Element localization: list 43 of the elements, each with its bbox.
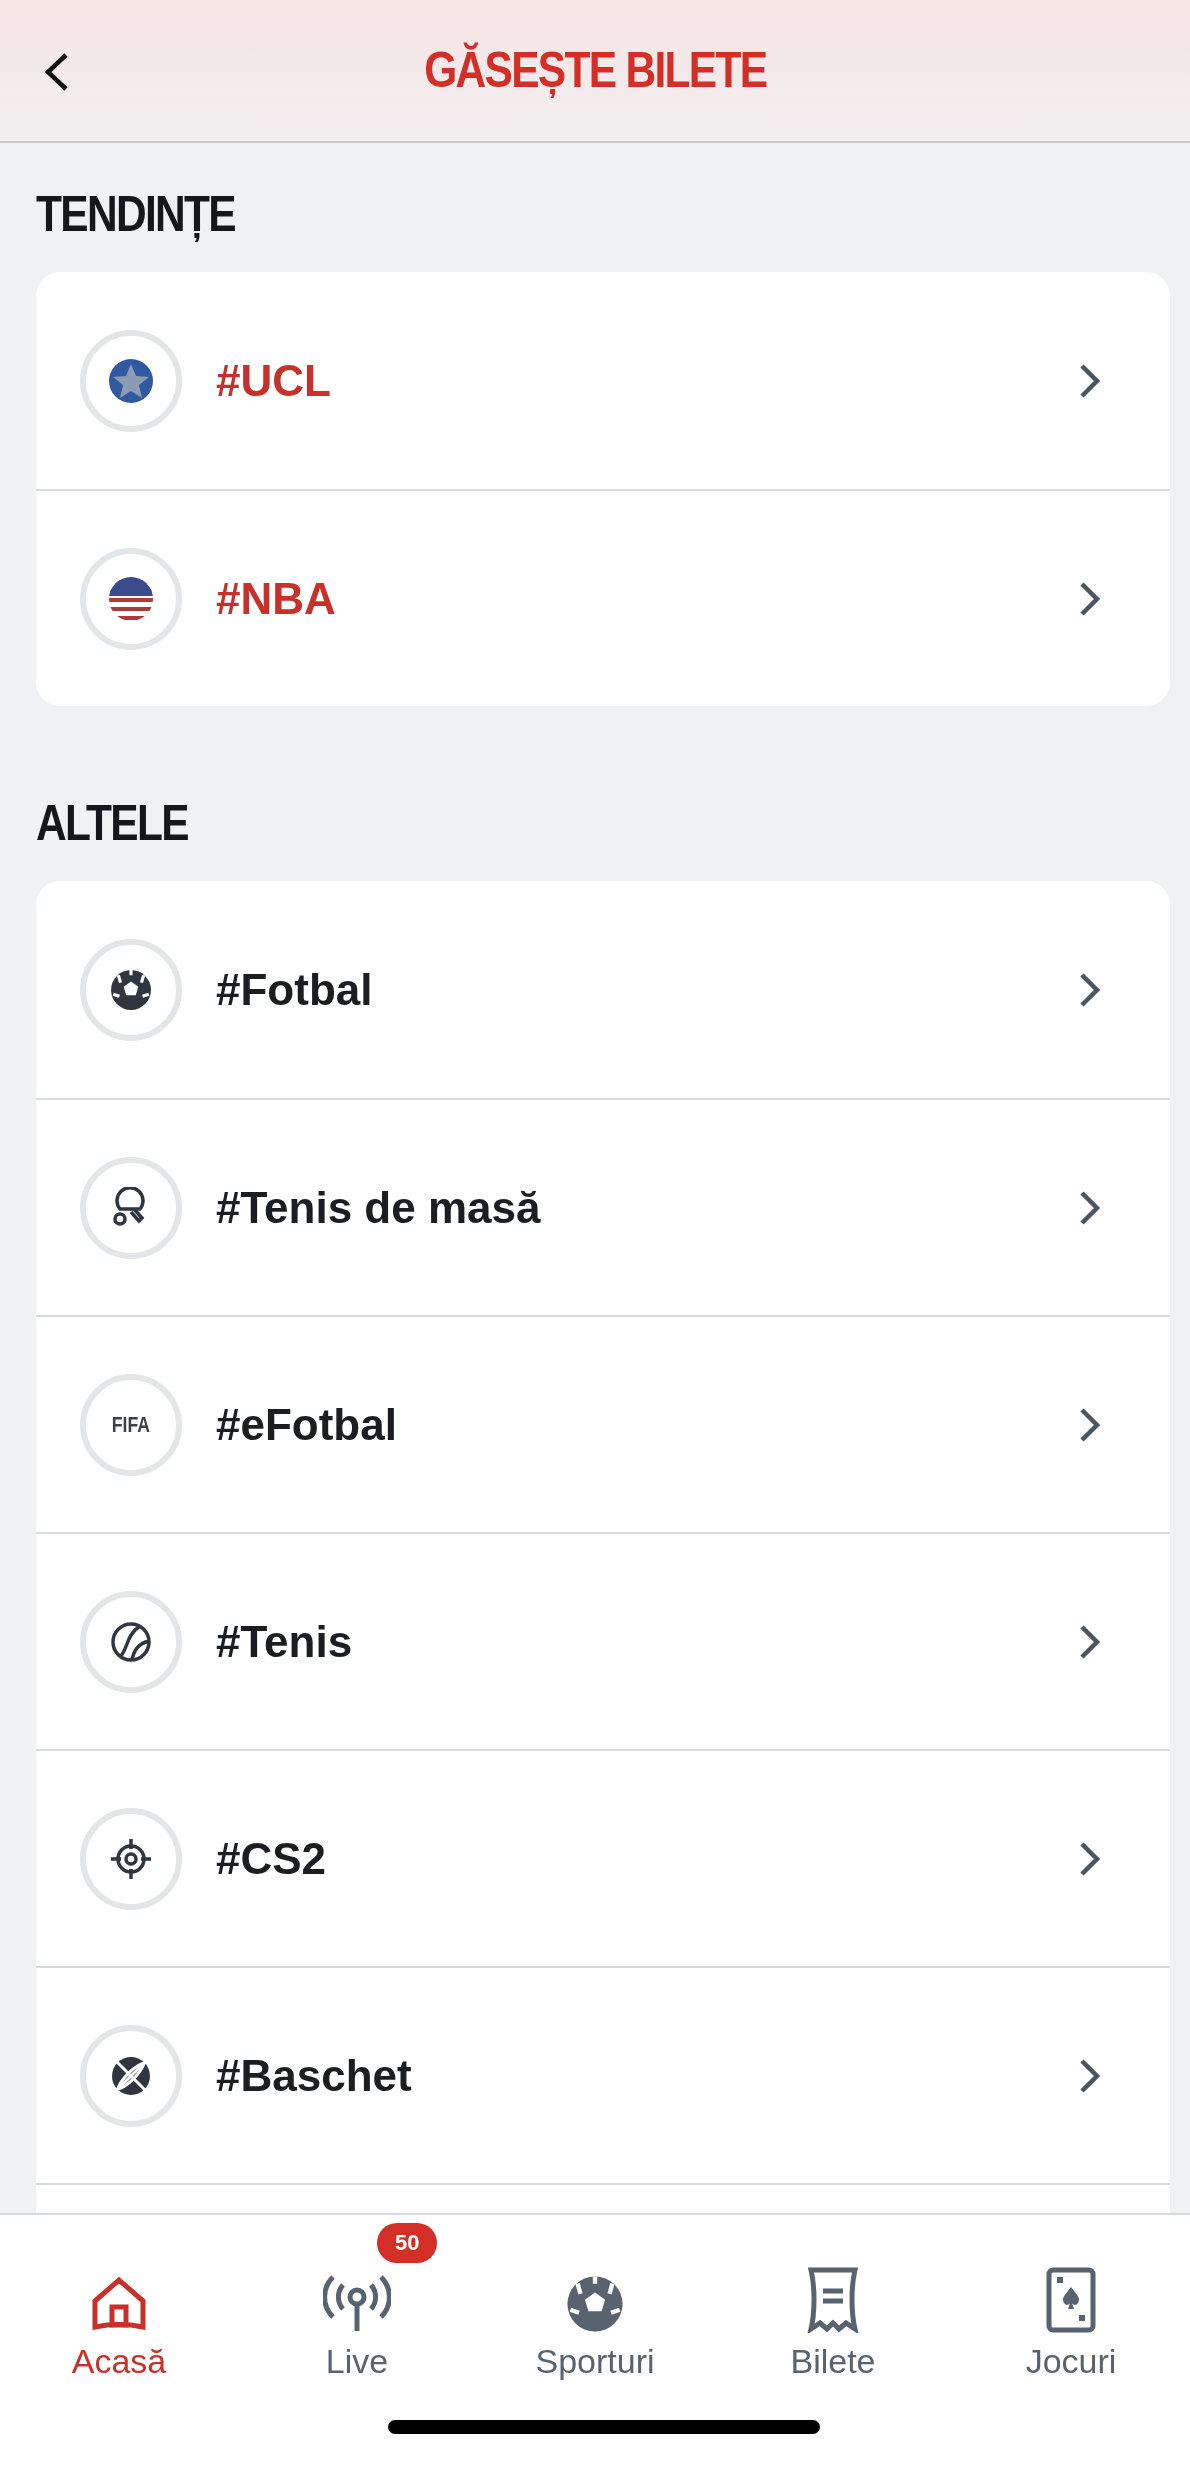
soccer-ball-icon (110, 968, 152, 1011)
row-label: #Tenis (216, 1615, 354, 1668)
list-row[interactable]: #Tenis de masă (36, 1098, 1170, 1315)
chevron-icon (1078, 1839, 1102, 1878)
nav-tab[interactable]: Sporturi (476, 2215, 714, 2385)
flag-icon (108, 575, 154, 622)
nav-tab[interactable]: Bilete (714, 2215, 952, 2385)
basketball-icon (110, 2054, 152, 2097)
list-row[interactable]: #NBA (36, 489, 1170, 706)
nav-tab[interactable]: Jocuri (952, 2215, 1190, 2385)
nav-tab[interactable]: Acasă (0, 2215, 238, 2385)
row-label: #NBA (216, 572, 337, 625)
chevron-icon (1078, 1622, 1102, 1661)
soccer-ball-icon (566, 2275, 624, 2333)
chevron-icon (1078, 2056, 1102, 2095)
page-title: GĂSEȘTE BILETE (423, 41, 767, 100)
chevron-icon (1078, 1188, 1102, 1227)
crosshair-icon (109, 1836, 153, 1881)
playing-card-icon[interactable] (1045, 2267, 1097, 2333)
receipt-icon[interactable] (806, 2267, 860, 2333)
list-row[interactable]: #Fotbal (36, 881, 1170, 1098)
chevron-icon (1078, 970, 1102, 1009)
list-row[interactable]: #UCL (36, 272, 1170, 489)
count-badge: 50 (377, 2223, 438, 2263)
list-row[interactable]: FIFA #eFotbal (36, 1315, 1170, 1532)
home-icon[interactable] (90, 2275, 148, 2333)
row-label: #Baschet (216, 2049, 413, 2102)
section-title: TENDINȚE (36, 185, 236, 244)
row-label: #CS2 (216, 1832, 328, 1885)
list-row[interactable]: #Tenis (36, 1532, 1170, 1749)
row-label: #UCL (216, 354, 332, 407)
chevron-icon (1078, 579, 1102, 618)
antenna-icon[interactable] (323, 2273, 391, 2333)
chevron-icon (1078, 361, 1102, 400)
row-label: #Fotbal (216, 963, 374, 1016)
logo-text: FIFA (111, 1411, 151, 1439)
row-label: #eFotbal (216, 1398, 398, 1451)
list-row[interactable]: #CS2 (36, 1749, 1170, 1966)
chevron-icon (1078, 1405, 1102, 1444)
row-label: #Tenis de masă (216, 1181, 542, 1234)
nav-tab[interactable]: Live 50 (238, 2215, 476, 2385)
tennis-ball-icon (110, 1620, 152, 1663)
section-title: ALTELE (36, 794, 189, 853)
